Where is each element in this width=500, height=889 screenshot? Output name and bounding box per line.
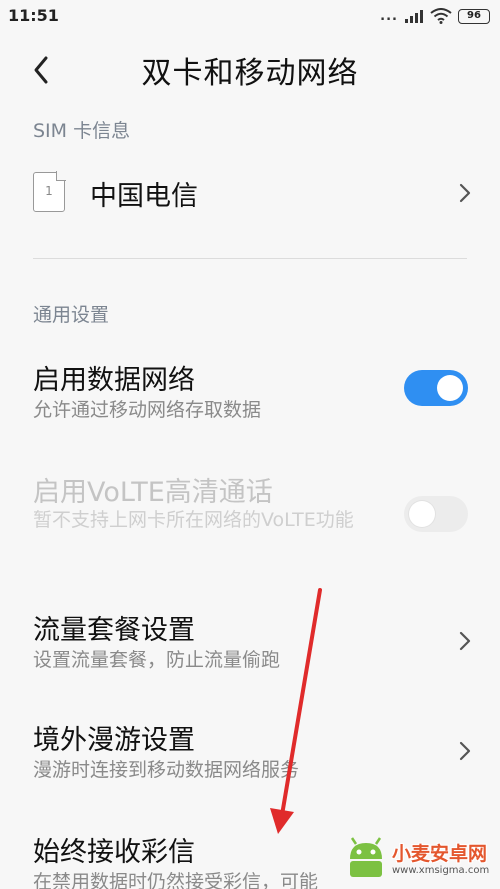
section-header-sim: SIM 卡信息 bbox=[33, 120, 131, 142]
setting-row-mobile-data[interactable]: 启用数据网络 允许通过移动网络存取数据 bbox=[0, 358, 500, 428]
battery-icon: 96 bbox=[458, 8, 490, 24]
setting-subtitle: 暂不支持上网卡所在网络的VoLTE功能 bbox=[33, 509, 354, 531]
chevron-right-icon bbox=[459, 631, 471, 651]
chevron-right-icon bbox=[459, 183, 471, 203]
carrier-name: 中国电信 bbox=[90, 181, 198, 212]
signal-icon bbox=[405, 10, 423, 23]
setting-row-data-plan[interactable]: 流量套餐设置 设置流量套餐，防止流量偷跑 bbox=[0, 608, 500, 678]
sim-card-icon: 1 bbox=[33, 171, 66, 212]
setting-subtitle: 漫游时连接到移动数据网络服务 bbox=[33, 759, 300, 781]
watermark-url: www.xmsigma.com bbox=[392, 865, 490, 876]
setting-title: 始终接收彩信 bbox=[33, 837, 195, 868]
setting-subtitle: 设置流量套餐，防止流量偷跑 bbox=[33, 649, 281, 671]
status-bar: 11:51 ... 96 bbox=[0, 0, 500, 36]
setting-row-volte: 启用VoLTE高清通话 暂不支持上网卡所在网络的VoLTE功能 bbox=[0, 470, 500, 570]
status-time: 11:51 bbox=[8, 6, 59, 25]
watermark: 小麦安卓网 www.xmsigma.com bbox=[344, 833, 494, 885]
android-logo-icon bbox=[350, 837, 382, 877]
notification-dots: ... bbox=[380, 8, 398, 24]
volte-toggle bbox=[404, 496, 468, 532]
section-header-general: 通用设置 bbox=[33, 304, 110, 326]
page-title: 双卡和移动网络 bbox=[141, 56, 359, 91]
setting-subtitle: 允许通过移动网络存取数据 bbox=[33, 399, 262, 421]
divider bbox=[33, 258, 467, 259]
chevron-right-icon bbox=[459, 741, 471, 761]
sim-card-row[interactable]: 1 中国电信 bbox=[0, 162, 500, 226]
sim-slot-number: 1 bbox=[45, 184, 53, 198]
mobile-data-toggle[interactable] bbox=[404, 370, 468, 406]
setting-title: 流量套餐设置 bbox=[33, 615, 195, 646]
setting-title: 启用VoLTE高清通话 bbox=[33, 477, 273, 508]
watermark-title: 小麦安卓网 bbox=[392, 843, 488, 865]
status-icons: ... 96 bbox=[380, 8, 490, 24]
setting-row-roaming[interactable]: 境外漫游设置 漫游时连接到移动数据网络服务 bbox=[0, 718, 500, 788]
setting-title: 境外漫游设置 bbox=[33, 725, 195, 756]
setting-title: 启用数据网络 bbox=[33, 365, 195, 396]
wifi-icon bbox=[430, 8, 452, 24]
